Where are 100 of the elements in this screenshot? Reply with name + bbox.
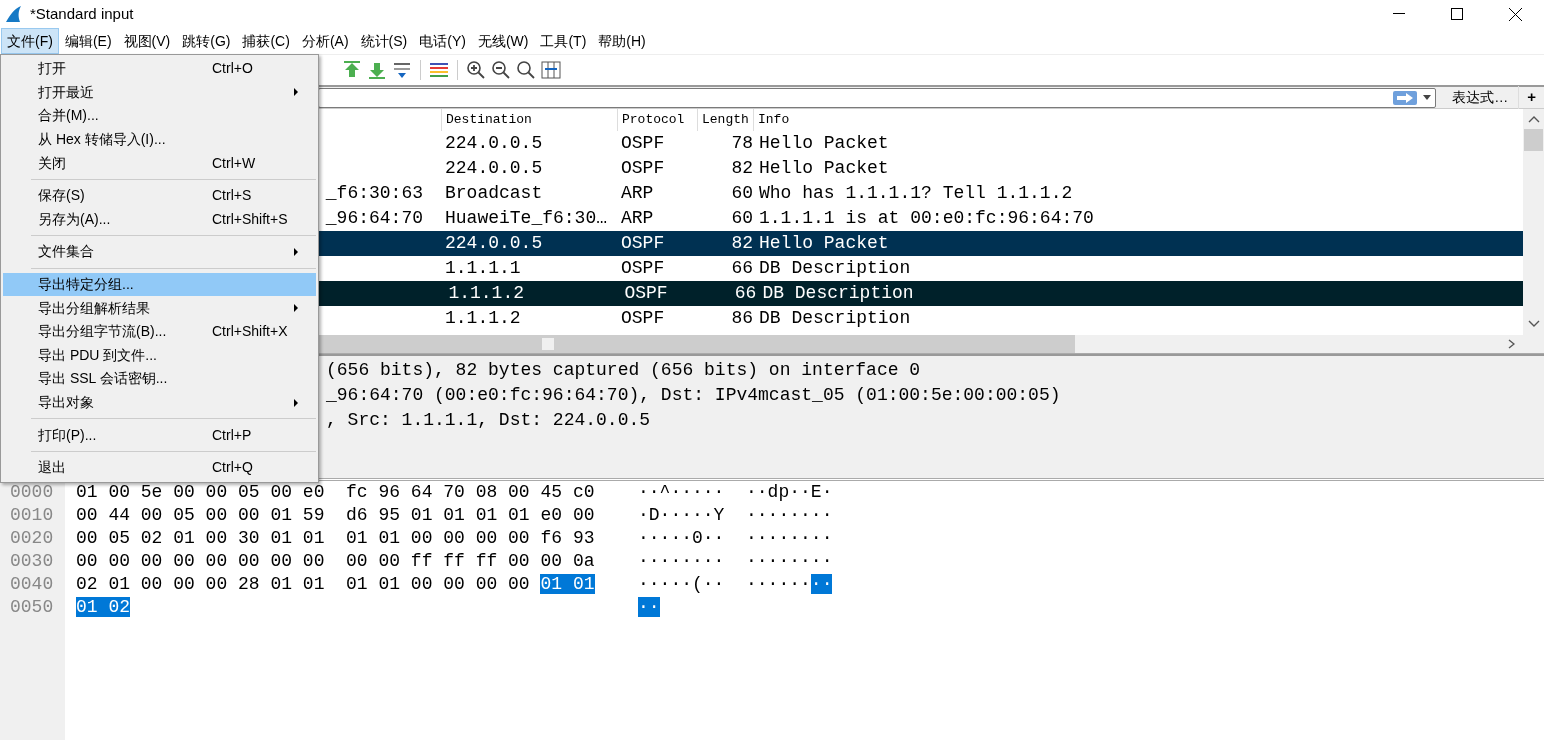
table-cell: Hello Packet	[759, 158, 889, 178]
table-cell: 78	[731, 133, 753, 153]
menu-item[interactable]: 跳转(G)	[176, 28, 237, 54]
table-cell: DB Description	[762, 283, 914, 303]
menu-entry[interactable]: 导出对象	[3, 390, 316, 415]
arrow-down-icon[interactable]	[367, 60, 387, 80]
column-header[interactable]: Destination	[441, 109, 617, 131]
offset-text: 0040	[10, 574, 54, 594]
hex-bytes: 01 01	[540, 574, 595, 594]
detail-line[interactable]: , Src: 1.1.1.1, Dst: 224.0.0.5	[326, 410, 651, 430]
table-cell: 224.0.0.5	[445, 158, 543, 178]
table-cell: 86	[731, 308, 753, 328]
menu-entry[interactable]: 打开最近	[3, 80, 316, 105]
table-cell: OSPF	[621, 233, 665, 253]
table-cell: Who has 1.1.1.1? Tell 1.1.1.2	[759, 183, 1073, 203]
menu-entry[interactable]: 导出分组字节流(B)... Ctrl+Shift+X	[3, 319, 316, 344]
menu-entry[interactable]: 导出 SSL 会话密钥...	[3, 367, 316, 391]
ascii-text: ··	[638, 597, 660, 617]
table-cell: 60	[731, 208, 753, 228]
menu-entry[interactable]: 打开 Ctrl+O	[3, 57, 316, 81]
table-cell: 1.1.1.1 is at 00:e0:fc:96:64:70	[759, 208, 1094, 228]
table-cell: 82	[731, 158, 753, 178]
menu-entry[interactable]: 退出 Ctrl+Q	[3, 455, 316, 480]
scroll-right-icon[interactable]	[1508, 339, 1515, 349]
menu-item[interactable]: 工具(T)	[534, 28, 593, 54]
menu-item[interactable]: 编辑(E)	[58, 28, 118, 54]
menu-item[interactable]: 统计(S)	[354, 28, 414, 54]
table-cell: HuaweiTe_f6:30…	[445, 208, 608, 228]
table-cell: DB Description	[759, 258, 911, 278]
table-cell: OSPF	[621, 258, 665, 278]
table-cell: Broadcast	[445, 183, 543, 203]
window-title: *Standard input	[30, 3, 134, 24]
ascii-text: ·D·····Y ········	[638, 505, 833, 525]
table-cell: OSPF	[621, 308, 665, 328]
zoom-reset-icon[interactable]	[516, 60, 536, 80]
menu-item[interactable]: 视图(V)	[117, 28, 177, 54]
add-filter-button[interactable]: +	[1518, 86, 1544, 109]
hex-bytes: 00 00 00 00 00 00 00 00 00 00 ff ff ff 00 00 0a	[76, 551, 595, 571]
display-filter-field[interactable]	[318, 87, 1437, 108]
menu-entry[interactable]: 打印(P)... Ctrl+P	[3, 423, 316, 447]
detail-line[interactable]: (656 bits), 82 bytes captured (656 bits) on interface 0	[326, 360, 921, 380]
colorize-icon[interactable]	[429, 60, 449, 80]
zoom-out-icon[interactable]	[491, 60, 511, 80]
scrollbar-thumb[interactable]	[1524, 129, 1543, 151]
table-cell: OSPF	[621, 158, 665, 178]
menu-item[interactable]: 电话(Y)	[413, 28, 472, 54]
table-cell: DB Description	[759, 308, 911, 328]
scroll-down-icon[interactable]	[1527, 319, 1540, 329]
maximize-icon	[1451, 8, 1463, 20]
app-logo-icon	[4, 5, 22, 23]
zoom-in-icon[interactable]	[466, 60, 486, 80]
detail-line[interactable]: _96:64:70 (00:e0:fc:96:64:70), Dst: IPv4mcast_05 (01:00:5e:00:00:05)	[326, 385, 1061, 405]
menu-entry[interactable]: 另存为(A)... Ctrl+Shift+S	[3, 207, 316, 232]
offset-text: 0020	[10, 528, 54, 548]
table-cell: 1.1.1.1	[445, 258, 521, 278]
ascii-text: ··^····· ··dp··E·	[638, 482, 833, 502]
table-cell: 66	[734, 283, 757, 303]
menu-item[interactable]: 文件(F)	[1, 28, 59, 54]
vertical-scrollbar[interactable]	[1523, 109, 1544, 353]
table-cell: 1.1.1.2	[448, 283, 524, 303]
table-cell: _96:64:70	[325, 208, 423, 228]
menu-item[interactable]: 无线(W)	[471, 28, 535, 54]
table-cell: 1.1.1.2	[445, 308, 521, 328]
ascii-text: ········ ········	[638, 551, 833, 571]
menu-entry[interactable]: 保存(S) Ctrl+S	[3, 183, 316, 208]
expression-button[interactable]: 表达式…	[1442, 87, 1519, 108]
menu-entry[interactable]: 关闭 Ctrl+W	[3, 151, 316, 175]
table-cell: 82	[731, 233, 753, 253]
offset-text: 0010	[10, 505, 54, 525]
column-header[interactable]: Protocol	[617, 109, 697, 131]
table-cell: 224.0.0.5	[445, 233, 543, 253]
menu-entry[interactable]: 导出 PDU 到文件...	[3, 343, 316, 368]
table-cell: 224.0.0.5	[445, 133, 543, 153]
offset-text: 0050	[10, 597, 54, 617]
hex-bytes: 01 00 5e 00 00 05 00 e0 fc 96 64 70 08 00 45 c0	[76, 482, 595, 502]
table-cell: 60	[731, 183, 753, 203]
menu-entry[interactable]: 合并(M)...	[3, 104, 316, 128]
column-header[interactable]: Length	[697, 109, 753, 131]
dropdown-caret-icon[interactable]	[1423, 95, 1432, 100]
offset-text: 0000	[10, 482, 54, 502]
table-cell: ARP	[621, 208, 654, 228]
menu-item[interactable]: 捕获(C)	[236, 28, 296, 54]
menu-entry[interactable]: 导出特定分组...	[3, 272, 316, 297]
menu-item[interactable]: 帮助(H)	[592, 28, 652, 54]
menu-item[interactable]: 分析(A)	[295, 28, 355, 54]
hex-bytes: 00 05 02 01 00 30 01 01 01 01 00 00 00 00 f6 93	[76, 528, 595, 548]
ascii-text: ·····0·· ········	[638, 528, 833, 548]
table-cell: Hello Packet	[759, 133, 889, 153]
table-cell: _f6:30:63	[325, 183, 423, 203]
arrow-up-icon[interactable]	[342, 60, 362, 80]
go-last-icon[interactable]	[392, 60, 412, 80]
hex-bytes: 00 44 00 05 00 00 01 59 d6 95 01 01 01 01 e0 00	[76, 505, 595, 525]
minimize-icon	[1393, 13, 1405, 15]
table-cell: ARP	[621, 183, 654, 203]
table-cell: OSPF	[624, 283, 668, 303]
resize-columns-icon[interactable]	[541, 60, 561, 80]
close-icon	[1508, 7, 1522, 21]
menu-entry[interactable]: 从 Hex 转储导入(I)...	[3, 127, 316, 152]
scrollbar-thumb[interactable]	[542, 338, 554, 350]
hex-bytes: 02 01 00 00 00 28 01 01 01 01 00 00 00 00	[76, 574, 531, 594]
